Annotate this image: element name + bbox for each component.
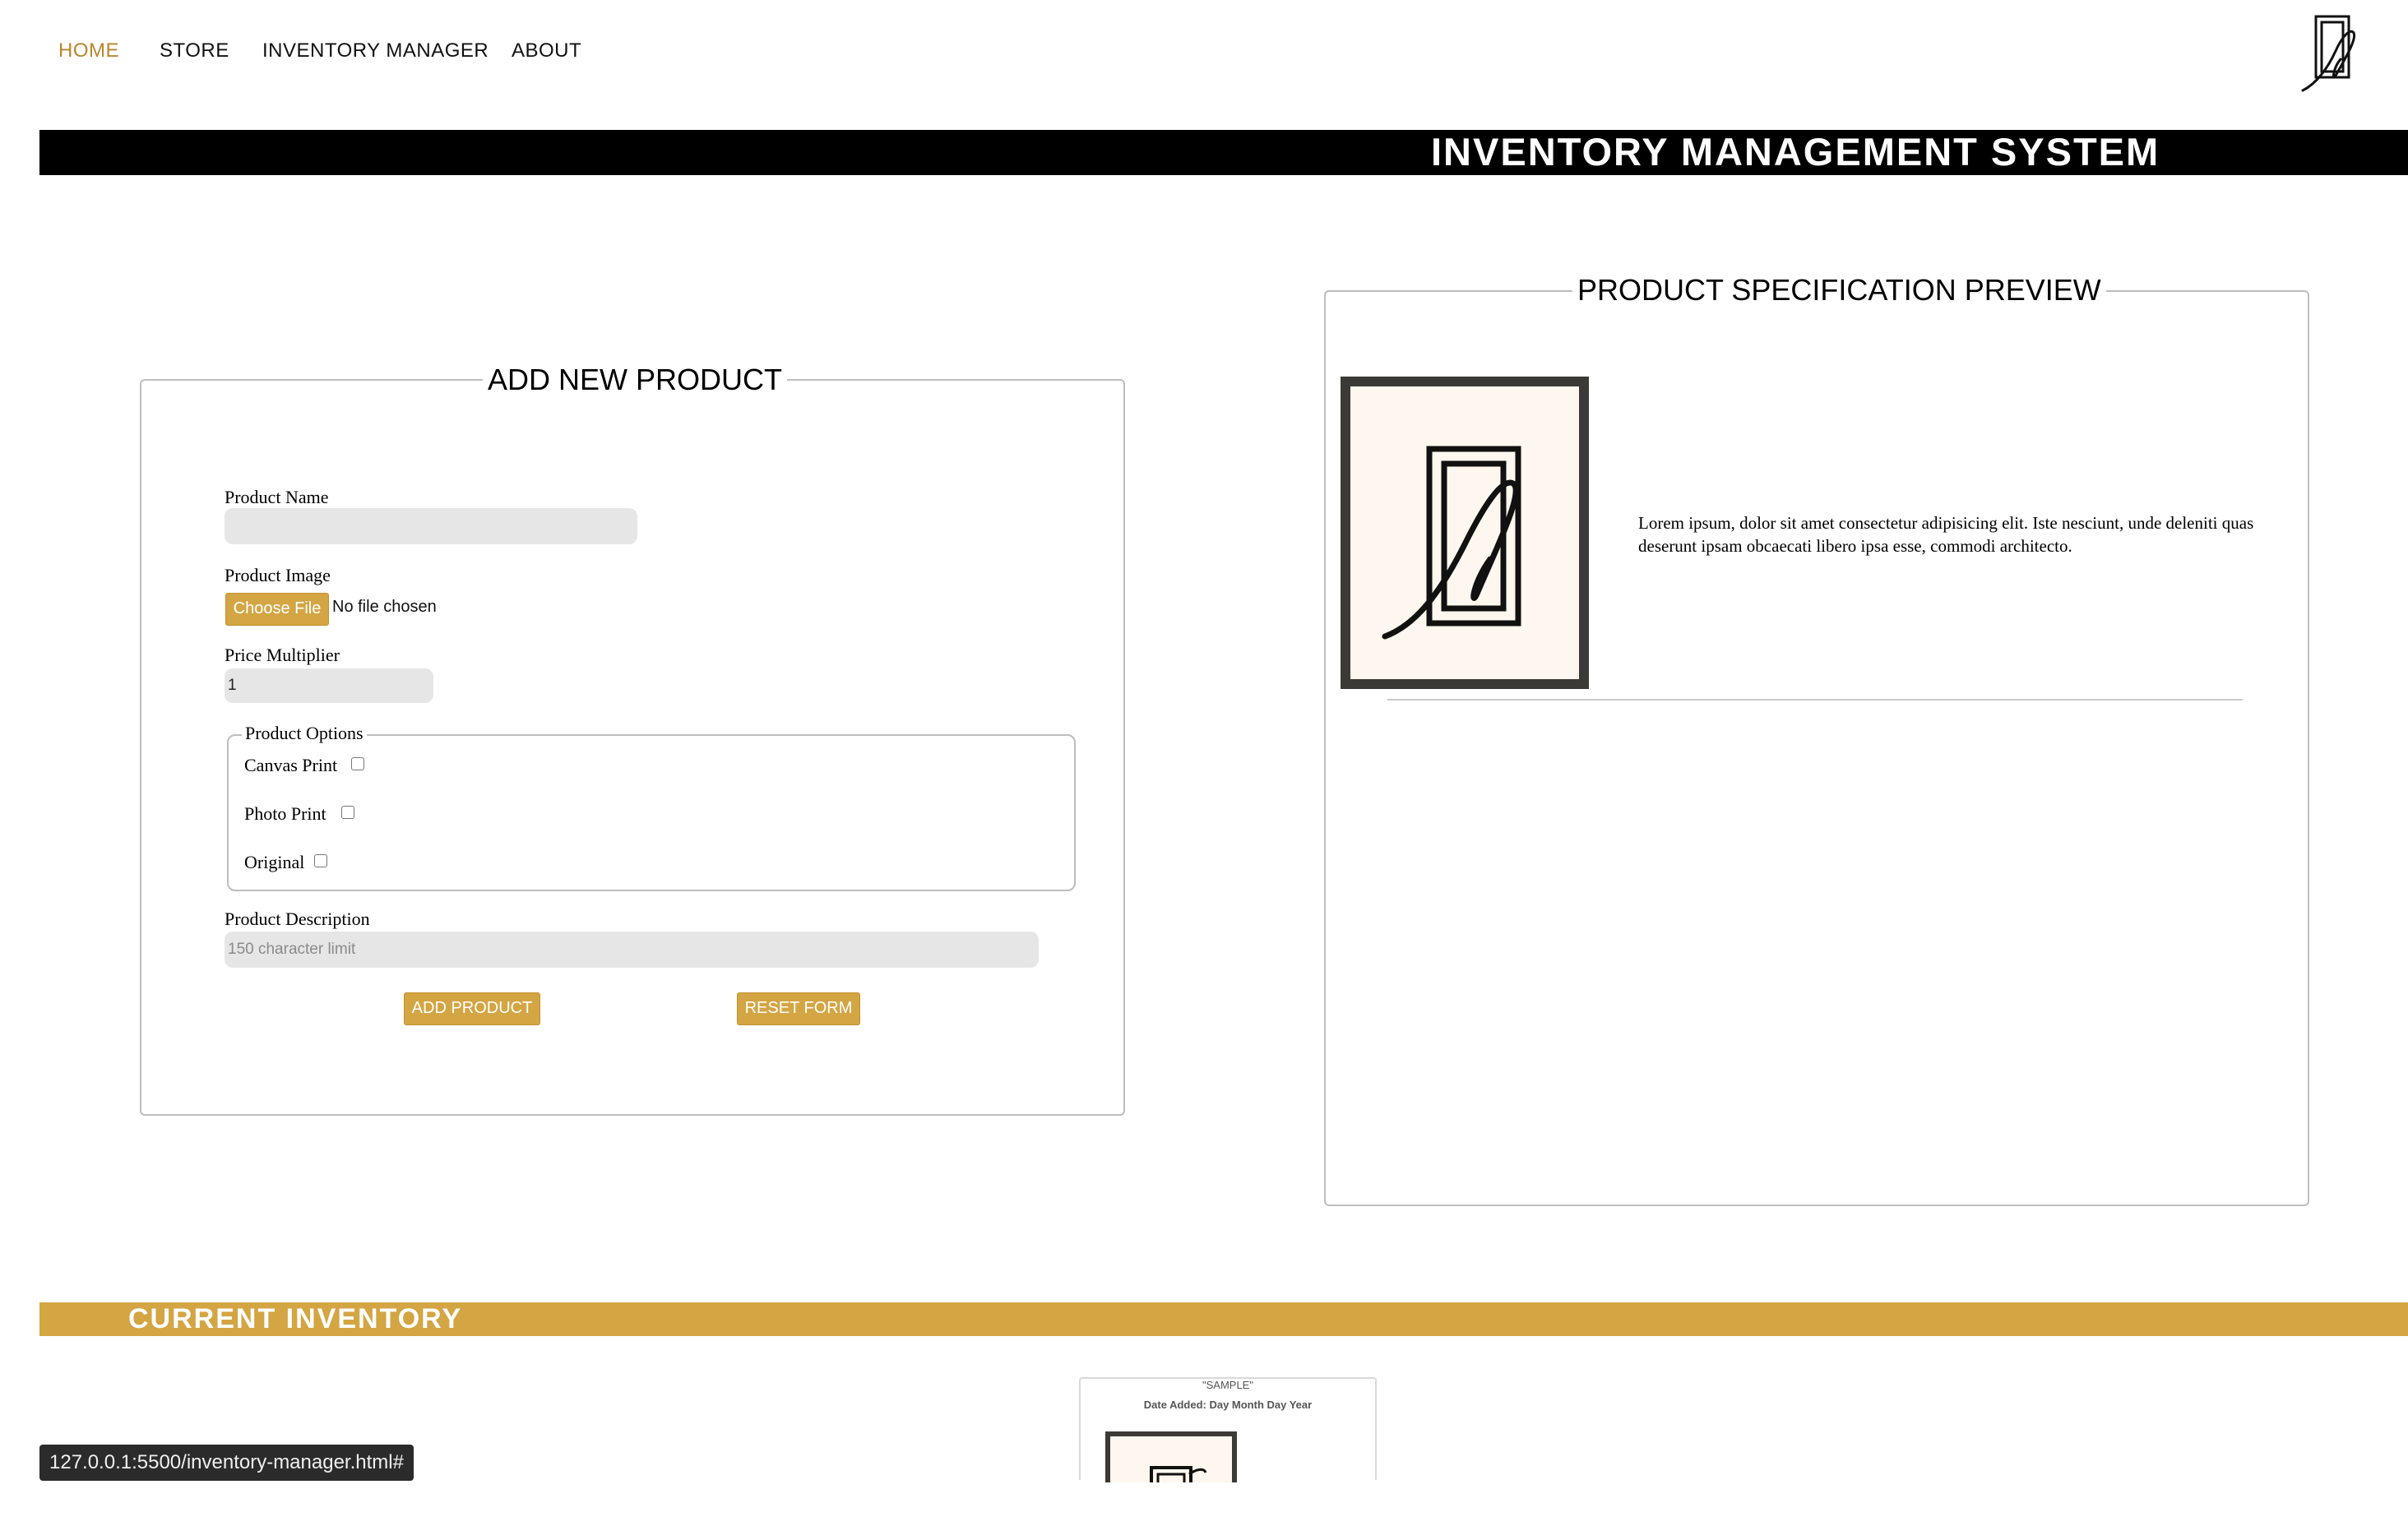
signature-frame-logo-icon[interactable] [2299, 12, 2367, 94]
product-preview-image [1341, 377, 1589, 689]
nav-home-link[interactable]: HOME [58, 39, 119, 62]
card-thumbnail [1105, 1431, 1237, 1482]
page-title: INVENTORY MANAGEMENT SYSTEM [1431, 130, 2160, 173]
product-description-input[interactable] [225, 932, 1039, 968]
browser-status-url: 127.0.0.1:5500/inventory-manager.html# [39, 1445, 414, 1481]
preview-divider [1387, 699, 2243, 701]
original-checkbox[interactable] [314, 854, 327, 867]
product-name-label: Product Name [225, 487, 329, 507]
canvas-print-checkbox[interactable] [351, 757, 364, 770]
add-product-button[interactable]: ADD PRODUCT [404, 992, 540, 1025]
product-options-legend: Product Options [242, 722, 367, 745]
inventory-card[interactable]: "SAMPLE" Date Added: Day Month Day Year [1079, 1377, 1377, 1482]
choose-file-button[interactable]: Choose File [225, 593, 329, 626]
product-preview-legend: PRODUCT SPECIFICATION PREVIEW [1572, 272, 2106, 308]
card-date-added: Date Added: Day Month Day Year [1143, 1399, 1313, 1411]
signature-frame-thumbnail-icon [1150, 1466, 1207, 1482]
product-name-input[interactable] [225, 508, 637, 544]
signature-frame-artwork-icon [1382, 446, 1521, 640]
product-image-label: Product Image [225, 565, 331, 585]
card-sample-label: "SAMPLE" [1202, 1379, 1253, 1391]
photo-print-checkbox[interactable] [341, 806, 354, 819]
file-status-text: No file chosen [332, 598, 437, 616]
price-multiplier-label: Price Multiplier [225, 645, 340, 665]
nav-store-link[interactable]: STORE [160, 39, 229, 62]
reset-form-button[interactable]: RESET FORM [737, 992, 860, 1025]
photo-print-label: Photo Print [244, 803, 326, 824]
add-product-legend: ADD NEW PRODUCT [483, 362, 787, 398]
price-multiplier-input[interactable] [225, 668, 433, 703]
nav-about-link[interactable]: ABOUT [512, 39, 581, 62]
product-description-label: Product Description [225, 909, 370, 929]
original-label: Original [244, 852, 305, 872]
canvas-print-label: Canvas Print [244, 755, 338, 775]
inventory-title: CURRENT INVENTORY [128, 1303, 463, 1334]
product-preview-description: Lorem ipsum, dolor sit amet consectetur … [1638, 513, 2254, 556]
nav-inventory-manager-link[interactable]: INVENTORY MANAGER [262, 39, 489, 62]
